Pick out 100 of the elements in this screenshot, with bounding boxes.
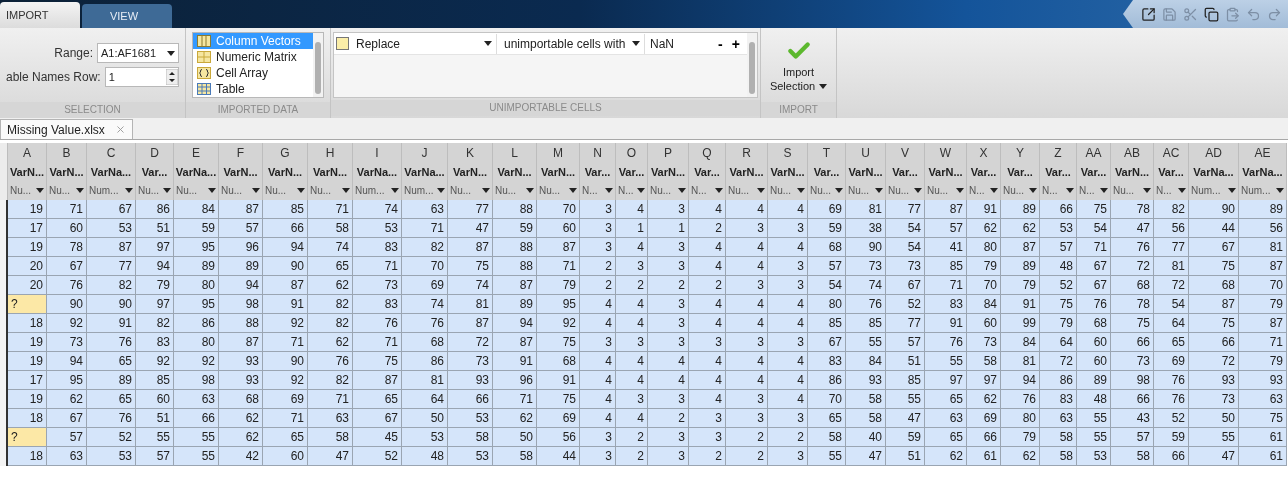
type-dropdown[interactable]: N... bbox=[580, 181, 616, 200]
type-dropdown[interactable]: Nu... bbox=[726, 181, 768, 200]
type-dropdown[interactable]: Nu... bbox=[448, 181, 493, 200]
variable-name[interactable]: Var... bbox=[808, 162, 846, 181]
type-dropdown[interactable]: Nu... bbox=[846, 181, 886, 200]
add-button[interactable]: + bbox=[728, 35, 743, 52]
table-cell: 74 bbox=[846, 276, 886, 295]
type-dropdown[interactable]: N... bbox=[689, 181, 726, 200]
variable-name[interactable]: VarN... bbox=[47, 162, 87, 181]
variable-name[interactable]: VarN... bbox=[8, 162, 47, 181]
variable-name[interactable]: VarN... bbox=[219, 162, 263, 181]
checkbox-icon[interactable] bbox=[336, 37, 349, 50]
table-cell: 76 bbox=[1001, 390, 1040, 409]
variable-name[interactable]: VarNa... bbox=[174, 162, 219, 181]
value-field[interactable]: NaN bbox=[648, 33, 712, 54]
redo-icon[interactable] bbox=[1267, 6, 1282, 22]
action-dropdown[interactable]: Replace bbox=[352, 33, 497, 54]
type-dropdown[interactable]: Nu... bbox=[886, 181, 925, 200]
table-cell: 63 bbox=[402, 200, 448, 219]
table-cell: 52 bbox=[1040, 276, 1077, 295]
table-cell: 2 bbox=[726, 447, 768, 466]
type-dropdown[interactable]: Nu... bbox=[47, 181, 87, 200]
variable-name[interactable]: Var... bbox=[886, 162, 925, 181]
variable-name[interactable]: VarN... bbox=[263, 162, 308, 181]
paste-icon[interactable] bbox=[1225, 6, 1240, 22]
list-option[interactable]: Cell Array bbox=[193, 65, 313, 81]
variable-name[interactable]: VarN... bbox=[846, 162, 886, 181]
type-dropdown[interactable]: Num... bbox=[353, 181, 402, 200]
variable-name[interactable]: Var... bbox=[1040, 162, 1077, 181]
variable-name[interactable]: Var... bbox=[580, 162, 616, 181]
variable-name[interactable]: VarN... bbox=[537, 162, 580, 181]
type-dropdown[interactable]: N... bbox=[967, 181, 1001, 200]
variable-name[interactable]: VarNa... bbox=[1189, 162, 1239, 181]
type-dropdown[interactable]: Num... bbox=[1189, 181, 1239, 200]
variable-name[interactable]: VarN... bbox=[1111, 162, 1154, 181]
type-dropdown[interactable]: N... bbox=[1040, 181, 1077, 200]
close-icon[interactable] bbox=[114, 124, 126, 135]
type-dropdown[interactable]: Nu... bbox=[925, 181, 967, 200]
variable-name[interactable]: Var... bbox=[1154, 162, 1189, 181]
table-cell: 89 bbox=[219, 257, 263, 276]
type-dropdown[interactable]: Nu... bbox=[493, 181, 537, 200]
variable-name[interactable]: VarNa... bbox=[353, 162, 402, 181]
ribbon-tab[interactable]: IMPORT bbox=[0, 2, 80, 28]
remove-button[interactable]: - bbox=[715, 35, 726, 52]
type-dropdown[interactable]: Nu... bbox=[648, 181, 689, 200]
table-cell: 71 bbox=[1077, 238, 1111, 257]
type-dropdown[interactable]: Nu... bbox=[174, 181, 219, 200]
range-combo[interactable]: A1:AF1681 bbox=[97, 43, 179, 63]
variable-name[interactable]: VarN... bbox=[768, 162, 808, 181]
variable-name[interactable]: VarN... bbox=[925, 162, 967, 181]
type-dropdown[interactable]: Nu... bbox=[808, 181, 846, 200]
table-cell: 85 bbox=[925, 257, 967, 276]
variable-name[interactable]: Var... bbox=[616, 162, 648, 181]
caret-icon bbox=[1178, 188, 1186, 193]
list-option[interactable]: Table bbox=[193, 81, 313, 97]
table-cell: 92 bbox=[136, 352, 174, 371]
table-cell: 4 bbox=[726, 200, 768, 219]
variable-name[interactable]: VarN... bbox=[308, 162, 353, 181]
type-dropdown[interactable]: Nu... bbox=[537, 181, 580, 200]
variable-name[interactable]: VarN... bbox=[648, 162, 689, 181]
target-dropdown[interactable]: unimportable cells with bbox=[500, 33, 645, 54]
type-dropdown[interactable]: N... bbox=[1077, 181, 1111, 200]
type-dropdown[interactable]: Nu... bbox=[1001, 181, 1040, 200]
undo-icon[interactable] bbox=[1246, 6, 1261, 22]
ribbon-tab[interactable]: VIEW bbox=[82, 4, 172, 28]
variable-name[interactable]: Var... bbox=[689, 162, 726, 181]
save-icon[interactable] bbox=[1162, 6, 1177, 22]
type-dropdown[interactable]: N... bbox=[616, 181, 648, 200]
variable-name[interactable]: Var... bbox=[1077, 162, 1111, 181]
variable-name[interactable]: VarNa... bbox=[402, 162, 448, 181]
type-dropdown[interactable]: Nu... bbox=[263, 181, 308, 200]
copy-icon[interactable] bbox=[1204, 6, 1219, 22]
type-dropdown[interactable]: Nu... bbox=[308, 181, 353, 200]
table-cell: 77 bbox=[886, 200, 925, 219]
type-dropdown[interactable]: Nu... bbox=[219, 181, 263, 200]
type-dropdown[interactable]: Num... bbox=[402, 181, 448, 200]
variable-name[interactable]: VarN... bbox=[726, 162, 768, 181]
type-dropdown[interactable]: N... bbox=[1154, 181, 1189, 200]
import-selection-button[interactable]: Import Selection bbox=[767, 36, 830, 94]
variable-name[interactable]: VarNa... bbox=[87, 162, 136, 181]
list-option[interactable]: Numeric Matrix bbox=[193, 49, 313, 65]
table-cell: 81 bbox=[846, 200, 886, 219]
cut-icon[interactable] bbox=[1183, 6, 1198, 22]
document-tab[interactable]: Missing Value.xlsx bbox=[0, 119, 133, 139]
variable-name[interactable]: Var... bbox=[967, 162, 1001, 181]
variable-name[interactable]: VarN... bbox=[448, 162, 493, 181]
variable-name[interactable]: VarNa... bbox=[1239, 162, 1287, 181]
variable-name[interactable]: Var... bbox=[136, 162, 174, 181]
type-dropdown[interactable]: Nu... bbox=[8, 181, 47, 200]
type-dropdown[interactable]: Num... bbox=[1239, 181, 1287, 200]
type-dropdown[interactable]: Nu... bbox=[768, 181, 808, 200]
variable-name[interactable]: Var... bbox=[1001, 162, 1040, 181]
variable-name[interactable]: VarN... bbox=[493, 162, 537, 181]
type-dropdown[interactable]: Num... bbox=[87, 181, 136, 200]
names-row-spinner[interactable]: 1 bbox=[104, 67, 179, 87]
column-letter: Z bbox=[1040, 143, 1077, 162]
table-cell: 90 bbox=[263, 352, 308, 371]
type-dropdown[interactable]: Nu... bbox=[136, 181, 174, 200]
undock-icon[interactable] bbox=[1141, 6, 1156, 22]
type-dropdown[interactable]: Nu... bbox=[1111, 181, 1154, 200]
